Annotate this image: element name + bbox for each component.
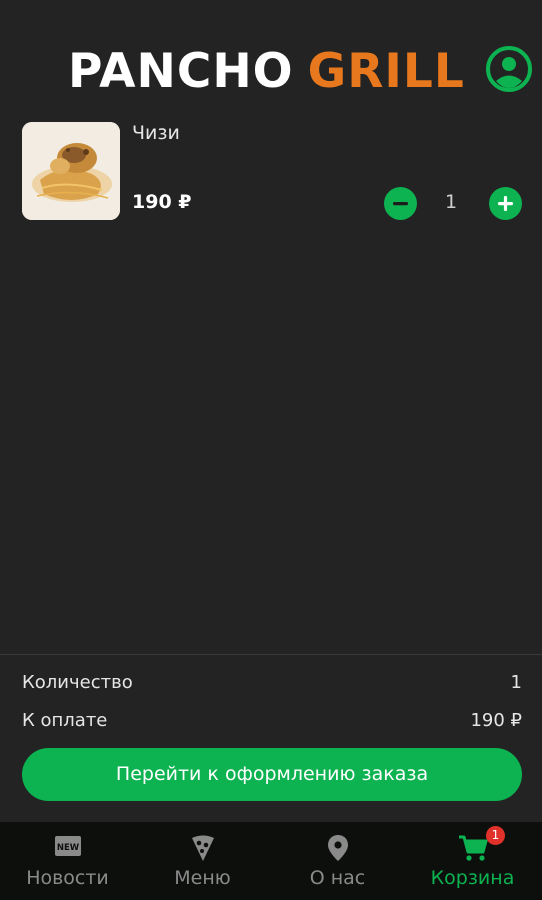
food-photo-image <box>22 122 120 220</box>
total-value: 190 ₽ <box>470 710 522 731</box>
total-label: К оплате <box>22 710 108 731</box>
item-image <box>22 122 120 220</box>
cart-count-badge: 1 <box>486 826 505 845</box>
nav-label-cart: Корзина <box>430 867 515 889</box>
minus-icon <box>393 202 408 206</box>
profile-button[interactable] <box>484 44 534 94</box>
total-row: К оплате 190 ₽ <box>22 710 522 736</box>
logo-text-grill: GRILL <box>307 43 465 99</box>
quantity-row: Количество 1 <box>22 672 522 698</box>
news-icon: NEW <box>54 834 82 862</box>
nav-label-news: Новости <box>26 867 109 889</box>
checkout-button[interactable]: Перейти к оформлению заказа <box>22 748 522 801</box>
nav-item-news[interactable]: NEW Новости <box>0 822 135 900</box>
quantity-total: 1 <box>510 672 522 693</box>
plus-icon <box>498 196 513 211</box>
nav-item-menu[interactable]: Меню <box>135 822 270 900</box>
cart-item: Чизи 190 ₽ 1 <box>22 122 522 220</box>
quantity-label: Количество <box>22 672 133 693</box>
item-quantity: 1 <box>444 191 458 213</box>
nav-item-about[interactable]: О нас <box>270 822 405 900</box>
nav-label-about: О нас <box>309 867 366 889</box>
cart-icon <box>458 834 488 866</box>
decrease-quantity-button[interactable] <box>384 187 417 220</box>
logo: PANCHO GRILL <box>68 44 465 98</box>
increase-quantity-button[interactable] <box>489 187 522 220</box>
user-circle-icon <box>486 46 532 92</box>
svg-text:NEW: NEW <box>56 843 79 853</box>
nav-item-cart[interactable]: 1 Корзина <box>405 822 540 900</box>
nav-label-menu: Меню <box>174 867 231 889</box>
app-header: PANCHO GRILL <box>0 0 542 110</box>
logo-text-pancho: PANCHO <box>68 43 294 99</box>
bottom-navigation: NEW Новости Меню О нас 1 Корзина <box>0 822 542 900</box>
item-price: 190 ₽ <box>132 191 192 213</box>
pizza-slice-icon <box>190 834 216 866</box>
item-name: Чизи <box>132 122 180 144</box>
order-summary: Количество 1 К оплате 190 ₽ Перейти к оф… <box>0 654 542 822</box>
location-pin-icon <box>327 834 349 866</box>
